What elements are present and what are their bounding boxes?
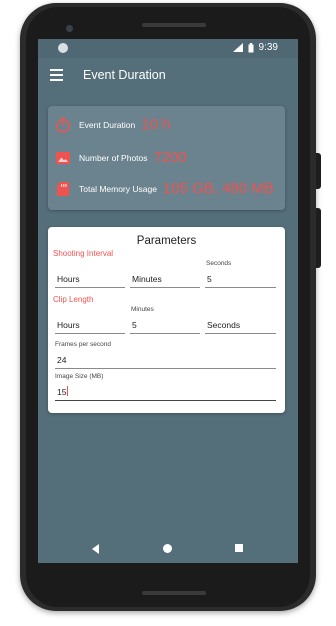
image-size-label: Image Size (MB) (55, 373, 104, 380)
interval-hours-field[interactable]: Hours (55, 267, 125, 288)
top-speaker (142, 23, 206, 27)
photos-row: Number of Photos 7200 (55, 149, 187, 166)
timer-icon (56, 117, 70, 133)
clip-minutes-value: 5 (132, 320, 137, 330)
volume-button (316, 208, 321, 268)
summary-card: Event Duration 10 h Number of Photos 720… (48, 106, 285, 210)
app-screen: 9:39 Event Duration Event Duration 10 h … (38, 39, 298, 563)
clip-minutes-label: Minutes (131, 306, 154, 313)
app-bar: Event Duration (38, 58, 298, 94)
parameters-title: Parameters (136, 235, 197, 247)
photos-value: 7200 (153, 149, 187, 166)
clip-seconds-field[interactable]: Seconds (205, 313, 276, 334)
recent-apps-icon[interactable] (235, 544, 243, 552)
interval-seconds-value: 5 (207, 274, 212, 284)
clip-hours-field[interactable]: Hours (55, 313, 125, 334)
system-nav-bar (38, 535, 298, 563)
fps-label: Frames per second (55, 341, 111, 348)
event-duration-label: Event Duration (79, 119, 136, 130)
text-cursor (67, 386, 69, 396)
app-title: Event Duration (83, 68, 166, 82)
back-icon[interactable] (92, 544, 99, 554)
interval-minutes-field[interactable]: Minutes (130, 267, 200, 288)
fps-value: 24 (57, 355, 67, 365)
image-size-field[interactable]: 15 (55, 380, 276, 401)
fps-field[interactable]: 24 (55, 348, 276, 369)
shooting-interval-label: Shooting Interval (53, 249, 114, 258)
power-button (316, 153, 321, 189)
status-time: 9:39 (258, 42, 278, 53)
event-duration-row: Event Duration 10 h (55, 116, 170, 133)
home-icon[interactable] (163, 544, 172, 553)
parameters-card: Parameters Shooting Interval Seconds Hou… (48, 227, 285, 413)
memory-label: Total Memory Usage (79, 183, 157, 194)
interval-seconds-label: Seconds (206, 260, 232, 267)
bottom-speaker (142, 591, 206, 595)
interval-minutes-hint: Minutes (132, 274, 162, 284)
clip-hours-hint: Hours (57, 320, 80, 330)
memory-row: Total Memory Usage 105 GB, 480 MB (55, 180, 274, 197)
photos-label: Number of Photos (79, 152, 148, 163)
memory-value: 105 GB, 480 MB (162, 180, 274, 197)
battery-icon (248, 42, 254, 52)
notification-icon (58, 43, 68, 53)
photo-icon (56, 151, 70, 164)
status-bar: 9:39 (38, 39, 298, 58)
clip-minutes-field[interactable]: 5 (130, 313, 200, 334)
interval-seconds-field[interactable]: 5 (205, 267, 276, 288)
event-duration-value: 10 h (141, 116, 171, 133)
image-size-value: 15 (57, 387, 67, 397)
signal-icon (232, 43, 243, 52)
sd-card-icon (57, 181, 69, 196)
hamburger-menu-icon[interactable] (50, 69, 63, 81)
front-camera (66, 25, 73, 32)
clip-length-label: Clip Length (53, 295, 94, 304)
image-size-value-wrap: 15 (57, 386, 69, 397)
clip-seconds-hint: Seconds (207, 320, 241, 330)
interval-hours-hint: Hours (57, 274, 80, 284)
